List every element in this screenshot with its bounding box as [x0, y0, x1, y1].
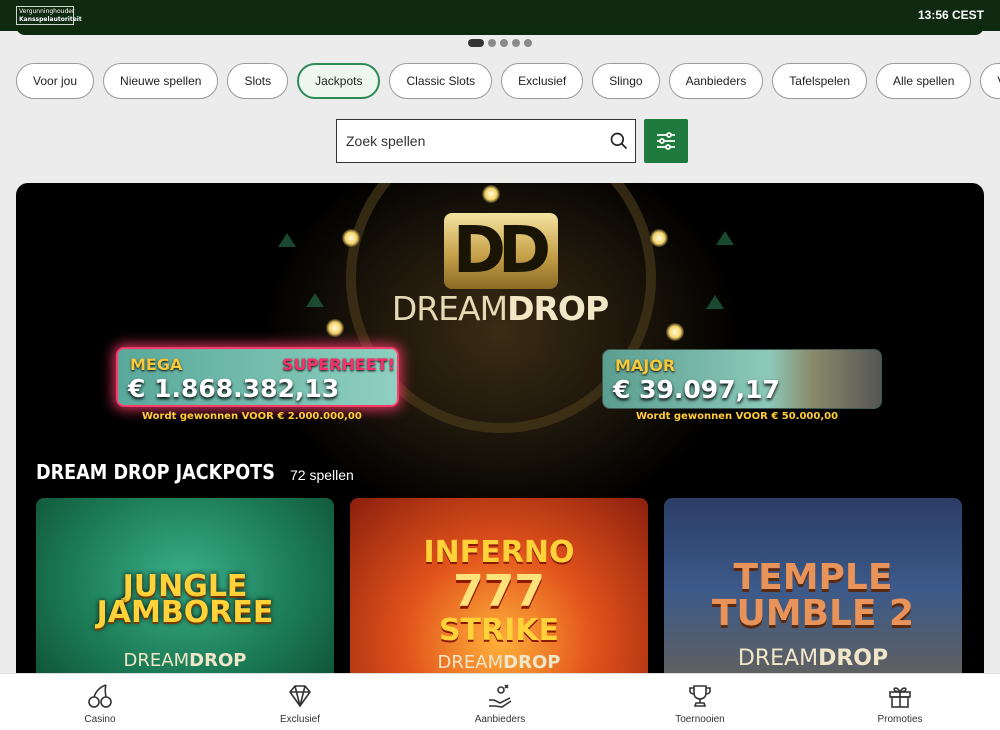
carousel-dot-5[interactable]: [524, 39, 532, 47]
game-title-line1: TEMPLE: [733, 557, 893, 598]
chip-alle-spellen[interactable]: Alle spellen: [876, 63, 972, 99]
hand-icon: [489, 684, 512, 708]
logo-letters: DD: [452, 214, 551, 288]
dream-drop-wordmark: DREAMDROP: [388, 289, 612, 328]
game-brand-light: DREAM: [437, 652, 504, 673]
wordmark-light: DREAM: [391, 289, 508, 328]
nav-label: Casino: [84, 714, 116, 725]
chip-tafelspelen[interactable]: Tafelspelen: [772, 63, 867, 99]
game-brand-bold: DROP: [503, 652, 561, 673]
chip-aanbieders[interactable]: Aanbieders: [668, 63, 764, 99]
jackpot-label: MAJOR: [615, 356, 676, 375]
nav-aanbieders[interactable]: Aanbieders: [400, 674, 600, 730]
game-brand: DREAMDROP: [36, 650, 334, 671]
carousel-dot-3[interactable]: [500, 39, 508, 47]
carousel-dot-2[interactable]: [488, 39, 496, 47]
major-jackpot[interactable]: MAJOR € 39.097,17: [602, 349, 882, 409]
chip-jackpots[interactable]: Jackpots: [297, 63, 381, 99]
nav-label: Promoties: [877, 714, 923, 725]
jackpot-label: MEGA: [130, 355, 183, 374]
game-brand-light: DREAM: [123, 650, 190, 671]
jackpot-amount: € 1.868.382,13: [128, 374, 340, 403]
chip-classic-slots[interactable]: Classic Slots: [389, 63, 493, 99]
game-brand: DREAMDROP: [664, 646, 962, 671]
gem-decoration: [716, 231, 734, 245]
carousel-dot-4[interactable]: [512, 39, 520, 47]
nav-label: Aanbieders: [474, 714, 526, 725]
nav-label: Exclusief: [279, 714, 320, 725]
nav-promoties[interactable]: Promoties: [800, 674, 1000, 730]
chip-more[interactable]: V: [980, 63, 1000, 99]
game-brand-bold: DROP: [818, 646, 889, 671]
sliders-icon: [657, 132, 675, 150]
dream-drop-logo: DD: [444, 213, 558, 289]
search-input[interactable]: [337, 120, 587, 162]
clock: 13:56 CEST: [917, 8, 984, 22]
license-line1: Vergunninghouder: [19, 8, 75, 15]
jackpot-status: SUPERHEET!: [282, 355, 395, 374]
chip-exclusief[interactable]: Exclusief: [501, 63, 584, 99]
game-brand: DREAMDROP: [350, 652, 648, 673]
license-line2: Kansspelautoriteit: [19, 16, 82, 23]
game-brand-bold: DROP: [189, 650, 247, 671]
light-bulb: [342, 229, 360, 247]
light-bulb: [326, 319, 344, 337]
filter-button[interactable]: [644, 119, 688, 163]
gift-icon: [889, 687, 911, 708]
game-title-line2: TUMBLE 2: [711, 593, 915, 634]
game-title-line2: JAMBOREE: [96, 595, 274, 630]
game-title-line3: STRIKE: [438, 613, 560, 648]
chip-slots[interactable]: Slots: [227, 63, 289, 99]
nav-label: Toernooien: [675, 714, 725, 725]
license-badge[interactable]: Vergunninghouder Kansspelautoriteit: [16, 6, 82, 25]
gem-decoration: [306, 293, 324, 307]
nav-exclusief[interactable]: Exclusief: [200, 674, 400, 730]
search-icon[interactable]: [609, 131, 629, 151]
trophy-icon: [689, 685, 711, 707]
section-count[interactable]: 72 spellen: [290, 467, 354, 483]
bottom-navigation: Casino Exclusief Aanbieders Toernooien P…: [0, 673, 1000, 730]
category-chips: Voor jou Nieuwe spellen Slots Jackpots C…: [16, 63, 1000, 99]
dream-drop-banner: DD DREAMDROP MEGA SUPERHEET! € 1.868.382…: [16, 183, 984, 703]
light-bulb: [666, 323, 684, 341]
carousel-dots: [468, 39, 532, 47]
light-bulb: [482, 185, 500, 203]
game-title-line2: 777: [453, 566, 545, 617]
chip-nieuwe-spellen[interactable]: Nieuwe spellen: [103, 63, 219, 99]
game-brand-light: DREAM: [737, 646, 819, 671]
chip-slingo[interactable]: Slingo: [592, 63, 660, 99]
major-jackpot-note: Wordt gewonnen VOOR € 50.000,00: [636, 411, 839, 422]
gem-decoration: [278, 233, 296, 247]
mega-jackpot-note: Wordt gewonnen VOOR € 2.000.000,00: [142, 411, 362, 422]
nav-toernooien[interactable]: Toernooien: [600, 674, 800, 730]
gem-decoration: [706, 295, 724, 309]
diamond-icon: [288, 685, 312, 708]
mega-jackpot[interactable]: MEGA SUPERHEET! € 1.868.382,13: [116, 347, 399, 407]
jackpot-amount: € 39.097,17: [613, 375, 780, 404]
carousel-dot-1[interactable]: [468, 39, 484, 47]
game-title-line1: INFERNO: [423, 535, 575, 570]
search-box: [336, 119, 636, 163]
wordmark-bold: DROP: [507, 289, 609, 328]
cherries-icon: [88, 684, 112, 708]
chip-voor-jou[interactable]: Voor jou: [16, 63, 95, 99]
carousel-banner-edge[interactable]: [16, 26, 984, 35]
nav-casino[interactable]: Casino: [0, 674, 200, 730]
section-title: DREAM DROP JACKPOTS: [36, 460, 275, 484]
light-bulb: [650, 229, 668, 247]
